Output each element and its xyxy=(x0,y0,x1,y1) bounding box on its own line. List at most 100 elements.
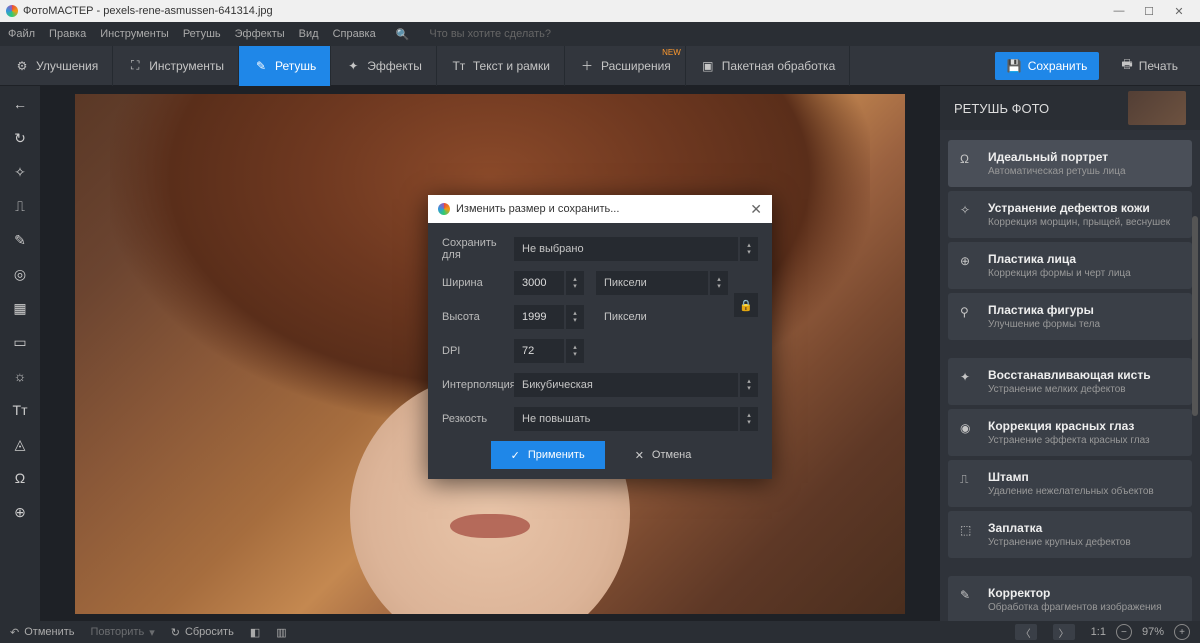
item-red-eye[interactable]: ◉Коррекция красных глазУстранение эффект… xyxy=(948,409,1192,456)
compare-button[interactable]: ◧ xyxy=(250,626,260,639)
maximize-button[interactable]: ☐ xyxy=(1134,5,1164,18)
resize-dialog: Изменить размер и сохранить... ✕ Сохрани… xyxy=(428,195,772,479)
select-interp[interactable]: Бикубическая xyxy=(514,373,738,397)
scrollbar[interactable] xyxy=(1192,216,1198,416)
zoom-ratio[interactable]: 1:1 xyxy=(1091,626,1106,638)
stamp-icon[interactable]: ⎍ xyxy=(10,196,30,216)
magic-icon[interactable]: ✧ xyxy=(10,162,30,182)
spin-height[interactable] xyxy=(566,305,584,329)
input-dpi[interactable] xyxy=(514,339,564,363)
close-window-button[interactable]: ✕ xyxy=(1164,5,1194,18)
dialog-title: Изменить размер и сохранить... xyxy=(456,203,619,215)
print-button[interactable]: 🖶Печать xyxy=(1109,52,1190,80)
reset-icon: ↻ xyxy=(171,626,180,639)
rotate-icon[interactable]: ↻ xyxy=(10,128,30,148)
item-patch[interactable]: ⬚ЗаплаткаУстранение крупных дефектов xyxy=(948,511,1192,558)
dialog-titlebar[interactable]: Изменить размер и сохранить... ✕ xyxy=(428,195,772,223)
retouch-list[interactable]: ΩИдеальный портретАвтоматическая ретушь … xyxy=(940,130,1200,621)
left-toolbar: ← ↻ ✧ ⎍ ✎ ◎ ▦ ▭ ☼ Tᴛ ◬ Ω ⊕ xyxy=(0,86,40,621)
globe-icon[interactable]: ⊕ xyxy=(10,502,30,522)
apply-button[interactable]: ✓Применить xyxy=(491,441,605,469)
face-sculpt-icon: ⊕ xyxy=(960,254,978,272)
dialog-logo-icon xyxy=(438,203,450,215)
spin-sharp[interactable] xyxy=(740,407,758,431)
tab-enhance[interactable]: ⚙Улучшения xyxy=(0,46,113,86)
lock-aspect-button[interactable]: 🔒 xyxy=(734,293,758,317)
cancel-button[interactable]: ✕Отмена xyxy=(617,441,710,469)
batch-icon: ▣ xyxy=(700,58,716,74)
crop-icon: ⛶ xyxy=(127,58,143,74)
label-height: Высота xyxy=(442,311,514,323)
select-save-for[interactable]: Не выбрано xyxy=(514,237,738,261)
tab-tools[interactable]: ⛶Инструменты xyxy=(113,46,239,86)
brightness-icon[interactable]: ☼ xyxy=(10,366,30,386)
label-width: Ширина xyxy=(442,277,514,289)
item-stamp[interactable]: ⎍ШтампУдаление нежелательных объектов xyxy=(948,460,1192,507)
zoom-in-button[interactable]: + xyxy=(1174,624,1190,640)
split-button[interactable]: ▥ xyxy=(276,626,286,639)
input-width[interactable] xyxy=(514,271,564,295)
grid-icon[interactable]: ▦ xyxy=(10,298,30,318)
plus-icon: ＋ xyxy=(579,58,595,74)
redo-button[interactable]: Повторить▾ xyxy=(90,626,154,639)
tab-retouch[interactable]: ✎Ретушь xyxy=(239,46,331,86)
text-tool-icon[interactable]: Tᴛ xyxy=(10,400,30,420)
back-icon[interactable]: ← xyxy=(10,94,30,114)
tab-text[interactable]: TᴛТекст и рамки xyxy=(437,46,565,86)
spin-width[interactable] xyxy=(566,271,584,295)
dialog-close-button[interactable]: ✕ xyxy=(750,201,762,218)
input-height[interactable] xyxy=(514,305,564,329)
search-input[interactable]: Что вы хотите сделать? xyxy=(429,28,551,40)
right-panel-header: РЕТУШЬ ФОТО xyxy=(940,86,1200,130)
main-toolbar: ⚙Улучшения ⛶Инструменты ✎Ретушь ✦Эффекты… xyxy=(0,46,1200,86)
patch-icon: ⬚ xyxy=(960,523,978,541)
spin-unit-width[interactable] xyxy=(710,271,728,295)
new-badge: NEW xyxy=(662,48,681,57)
select-sharp[interactable]: Не повышать xyxy=(514,407,738,431)
tab-extensions[interactable]: ＋РасширенияNEW xyxy=(565,46,686,86)
menu-help[interactable]: Справка xyxy=(333,28,376,40)
spin-save-for[interactable] xyxy=(740,237,758,261)
spin-interp[interactable] xyxy=(740,373,758,397)
item-face-sculpt[interactable]: ⊕Пластика лицаКоррекция формы и черт лиц… xyxy=(948,242,1192,289)
spin-dpi[interactable] xyxy=(566,339,584,363)
brush-tool-icon[interactable]: ✎ xyxy=(10,230,30,250)
window-title: ФотоМАСТЕР - pexels-rene-asmussen-641314… xyxy=(23,5,273,17)
text-icon: Tᴛ xyxy=(451,58,467,74)
face-icon[interactable]: Ω xyxy=(10,468,30,488)
prev-image-button[interactable]: 〈 xyxy=(1015,624,1037,640)
unit-height: Пиксели xyxy=(596,311,686,323)
item-body-sculpt[interactable]: ⚲Пластика фигурыУлучшение формы тела xyxy=(948,293,1192,340)
next-image-button[interactable]: 〉 xyxy=(1053,624,1075,640)
select-unit-width[interactable]: Пиксели xyxy=(596,271,708,295)
sparkle-icon: ✦ xyxy=(345,58,361,74)
item-heal-brush[interactable]: ✦Восстанавливающая кистьУстранение мелки… xyxy=(948,358,1192,405)
brush-icon: ✎ xyxy=(253,58,269,74)
menu-effects[interactable]: Эффекты xyxy=(235,28,285,40)
menu-tools[interactable]: Инструменты xyxy=(100,28,169,40)
menu-file[interactable]: Файл xyxy=(8,28,35,40)
target-icon[interactable]: ◎ xyxy=(10,264,30,284)
eye-icon: ◉ xyxy=(960,421,978,439)
item-corrector[interactable]: ✎КорректорОбработка фрагментов изображен… xyxy=(948,576,1192,621)
check-icon: ✓ xyxy=(511,449,520,462)
save-icon: 💾 xyxy=(1007,59,1022,73)
undo-button[interactable]: ↶Отменить xyxy=(10,626,74,639)
zoom-value: 97% xyxy=(1142,626,1164,638)
tab-effects[interactable]: ✦Эффекты xyxy=(331,46,437,86)
zoom-out-button[interactable]: − xyxy=(1116,624,1132,640)
menu-edit[interactable]: Правка xyxy=(49,28,86,40)
reset-button[interactable]: ↻Сбросить xyxy=(171,626,234,639)
corrector-icon: ✎ xyxy=(960,588,978,606)
item-skin-defects[interactable]: ✧Устранение дефектов кожиКоррекция морщи… xyxy=(948,191,1192,238)
portrait-icon: Ω xyxy=(960,152,978,170)
vignette-icon[interactable]: ▭ xyxy=(10,332,30,352)
item-ideal-portrait[interactable]: ΩИдеальный портретАвтоматическая ретушь … xyxy=(948,140,1192,187)
menu-view[interactable]: Вид xyxy=(299,28,319,40)
menu-retouch[interactable]: Ретушь xyxy=(183,28,221,40)
save-button[interactable]: 💾Сохранить xyxy=(995,52,1100,80)
status-bar: ↶Отменить Повторить▾ ↻Сбросить ◧ ▥ 〈 〉 1… xyxy=(0,621,1200,643)
bucket-icon[interactable]: ◬ xyxy=(10,434,30,454)
minimize-button[interactable]: — xyxy=(1104,5,1134,17)
tab-batch[interactable]: ▣Пакетная обработка xyxy=(686,46,850,86)
